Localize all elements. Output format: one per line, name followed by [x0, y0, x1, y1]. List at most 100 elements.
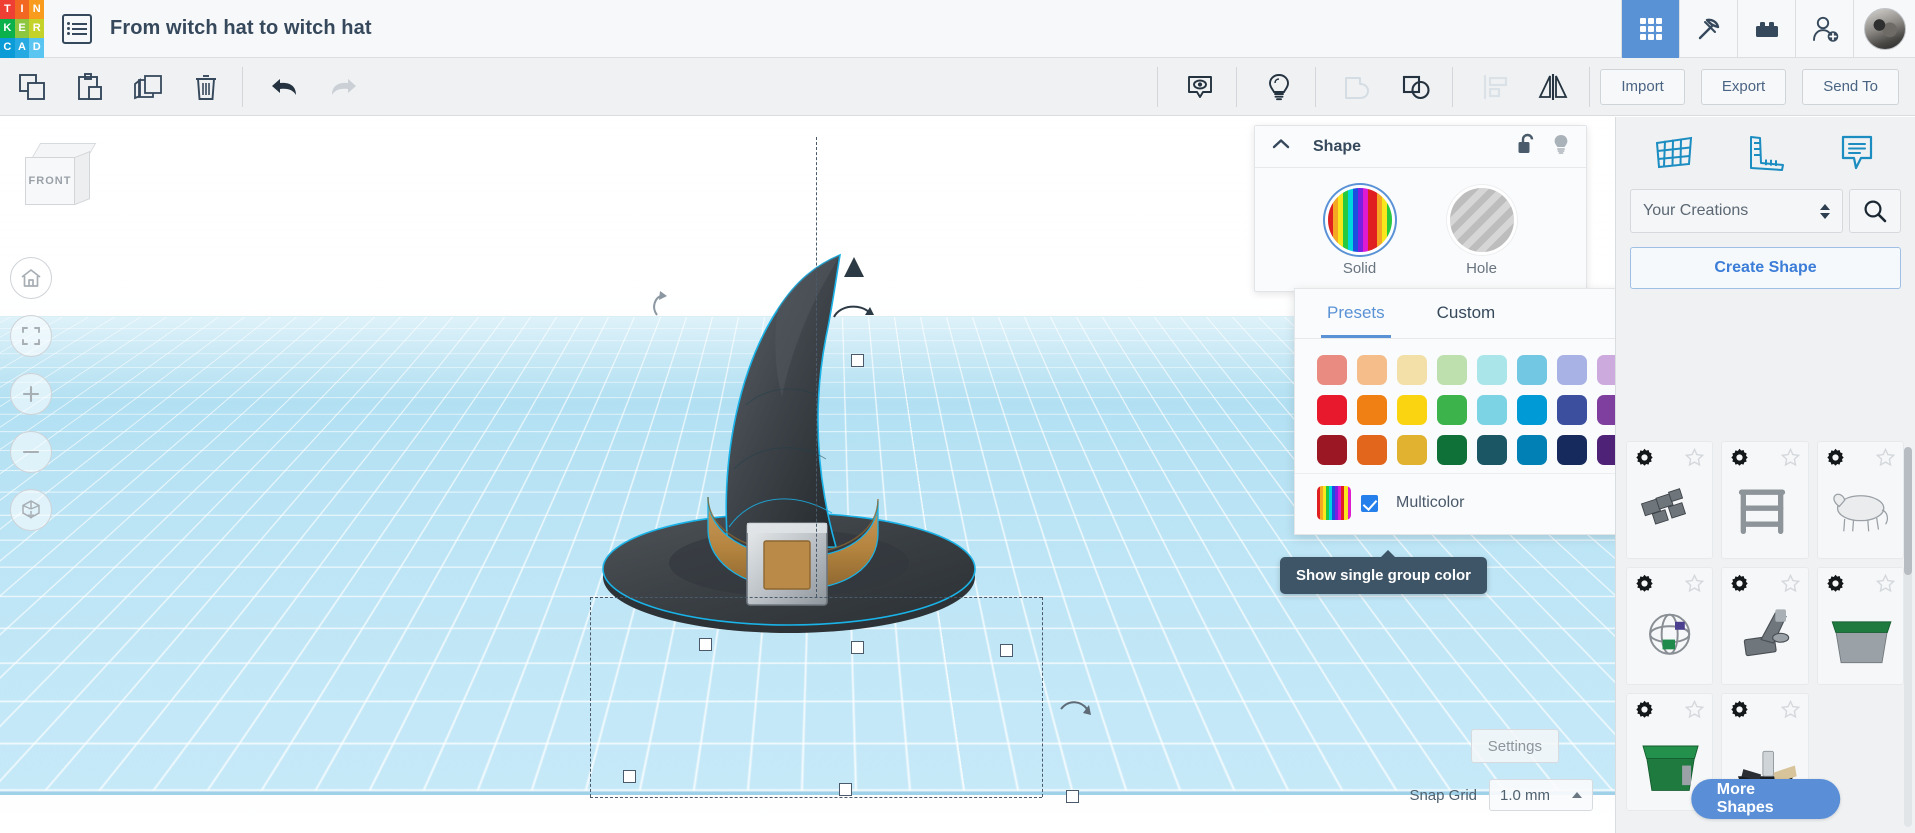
zoom-out-button[interactable] — [10, 431, 52, 473]
import-button[interactable]: Import — [1600, 69, 1685, 105]
align-icon[interactable] — [1469, 65, 1521, 109]
ungroup-icon[interactable] — [1332, 65, 1384, 109]
scale-handle-corner-bl[interactable] — [623, 770, 636, 783]
color-swatch[interactable] — [1517, 355, 1547, 385]
redo-icon[interactable] — [317, 65, 369, 109]
fit-all-button[interactable] — [10, 315, 52, 357]
tinkercad-logo[interactable]: TINKERCAD — [0, 0, 44, 58]
solid-swatch-preview — [1328, 188, 1392, 252]
logo-cell-i: I — [15, 0, 30, 19]
scale-handle-corner-br[interactable] — [1066, 790, 1079, 803]
shape-tile-machinery[interactable] — [1626, 441, 1713, 559]
gallery-scrollbar[interactable] — [1904, 447, 1912, 827]
add-user-icon[interactable] — [1795, 0, 1853, 58]
view-cube[interactable]: FRONT — [25, 143, 93, 209]
create-shape-button[interactable]: Create Shape — [1630, 247, 1901, 289]
color-swatch[interactable] — [1477, 355, 1507, 385]
color-swatch[interactable] — [1397, 355, 1427, 385]
pickaxe-icon[interactable] — [1679, 0, 1737, 58]
rotate-handle-top[interactable] — [826, 295, 886, 335]
avatar[interactable] — [1853, 0, 1915, 58]
hole-swatch[interactable]: Hole — [1450, 188, 1514, 277]
color-swatch[interactable] — [1437, 395, 1467, 425]
mirror-icon[interactable] — [1527, 65, 1579, 109]
shape-tile-cow[interactable] — [1817, 441, 1904, 559]
scale-handle-left[interactable] — [699, 638, 712, 651]
group-icon[interactable] — [1390, 65, 1442, 109]
ortho-perspective-button[interactable] — [10, 489, 52, 531]
top-bar: TINKERCAD From witch hat to witch hat — [0, 0, 1915, 58]
color-swatch[interactable] — [1317, 435, 1347, 465]
visibility-icon[interactable] — [1174, 65, 1226, 109]
page-title: From witch hat to witch hat — [110, 17, 372, 40]
color-swatch[interactable] — [1437, 435, 1467, 465]
paste-icon[interactable] — [64, 65, 116, 109]
viewport-settings-button[interactable]: Settings — [1471, 729, 1559, 763]
gallery-scrollbar-thumb[interactable] — [1904, 447, 1912, 575]
color-swatch[interactable] — [1357, 395, 1387, 425]
send-to-button[interactable]: Send To — [1802, 69, 1899, 105]
zoom-in-button[interactable] — [10, 373, 52, 415]
copy-icon[interactable] — [6, 65, 58, 109]
color-swatch[interactable] — [1317, 395, 1347, 425]
scale-handle-top[interactable] — [851, 354, 864, 367]
tab-ruler-icon[interactable] — [1733, 125, 1797, 181]
shape-tile-grey-bin[interactable] — [1817, 567, 1904, 685]
scale-handle-right[interactable] — [1000, 644, 1013, 657]
lego-brick-icon[interactable] — [1737, 0, 1795, 58]
delete-icon[interactable] — [180, 65, 232, 109]
color-swatch[interactable] — [1357, 435, 1387, 465]
color-swatch[interactable] — [1477, 395, 1507, 425]
toolbar-divider — [242, 67, 243, 107]
solid-swatch[interactable]: Solid — [1328, 188, 1392, 277]
scale-handle-bottom[interactable] — [839, 783, 852, 796]
color-swatch[interactable] — [1477, 435, 1507, 465]
color-swatch[interactable] — [1557, 395, 1587, 425]
shape-thumbnail — [1627, 464, 1712, 556]
color-swatch[interactable] — [1517, 395, 1547, 425]
chevron-up-icon[interactable] — [1271, 137, 1291, 156]
rotate-handle-side[interactable] — [643, 289, 673, 329]
search-button[interactable] — [1849, 189, 1901, 233]
unlock-icon[interactable] — [1517, 133, 1536, 160]
more-shapes-button[interactable]: More Shapes — [1691, 779, 1841, 819]
library-select-value: Your Creations — [1643, 202, 1748, 220]
shape-tile-railing[interactable] — [1721, 441, 1808, 559]
library-select[interactable]: Your Creations — [1630, 189, 1843, 233]
color-swatch[interactable] — [1557, 435, 1587, 465]
tab-note-icon[interactable] — [1825, 125, 1889, 181]
color-swatch[interactable] — [1357, 355, 1387, 385]
color-swatch[interactable] — [1397, 395, 1427, 425]
witch-hat-group[interactable] — [600, 197, 1020, 677]
lightbulb-icon[interactable] — [1552, 133, 1570, 160]
shape-tile-grey-tool[interactable] — [1721, 567, 1808, 685]
tab-custom[interactable]: Custom — [1431, 289, 1502, 338]
scale-handle-center[interactable] — [851, 641, 864, 654]
export-button[interactable]: Export — [1701, 69, 1786, 105]
snap-grid-label: Snap Grid — [1409, 787, 1477, 804]
lightbulb-icon[interactable] — [1253, 65, 1305, 109]
color-swatch[interactable] — [1557, 355, 1587, 385]
tab-presets[interactable]: Presets — [1321, 289, 1391, 338]
view-cube-front-face[interactable]: FRONT — [25, 157, 75, 205]
tab-workplane-icon[interactable] — [1642, 125, 1706, 181]
shape-tile-sphere-cage[interactable] — [1626, 567, 1713, 685]
project-list-icon[interactable] — [62, 14, 92, 44]
snap-grid-select[interactable]: 1.0 mm — [1489, 779, 1593, 811]
grid-view-icon[interactable] — [1621, 0, 1679, 58]
color-swatch[interactable] — [1397, 435, 1427, 465]
multicolor-checkbox[interactable] — [1361, 495, 1378, 512]
undo-icon[interactable] — [259, 65, 311, 109]
duplicate-icon[interactable] — [122, 65, 174, 109]
rotate-handle-bottom[interactable] — [1055, 693, 1095, 729]
hole-swatch-preview — [1450, 188, 1514, 252]
toolbar-right: Import Export Send To — [1147, 65, 1915, 109]
view-cube-side-face[interactable] — [75, 151, 90, 205]
color-swatch[interactable] — [1317, 355, 1347, 385]
shape-thumbnail — [1818, 464, 1903, 556]
color-swatch[interactable] — [1437, 355, 1467, 385]
snap-grid-control: Snap Grid 1.0 mm — [1409, 779, 1593, 811]
color-swatch[interactable] — [1517, 435, 1547, 465]
home-view-button[interactable] — [10, 257, 52, 299]
shape-gallery-grid — [1626, 441, 1904, 811]
